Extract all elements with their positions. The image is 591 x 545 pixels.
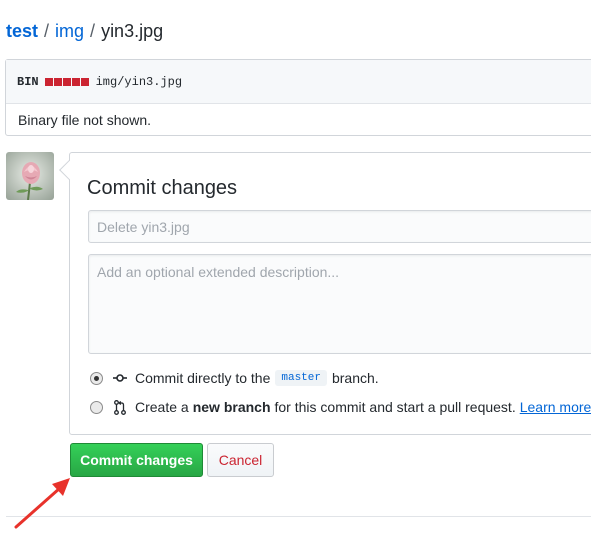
breadcrumb-current-file: yin3.jpg: [101, 21, 164, 41]
commit-form: Commit changes Commit directly to the ma…: [59, 152, 591, 435]
commit-form-title: Commit changes: [87, 177, 238, 199]
branch-name: master: [275, 370, 327, 386]
commit-summary-input[interactable]: [88, 210, 591, 243]
commit-direct-suffix: branch.: [331, 370, 379, 386]
divider: [6, 516, 591, 517]
breadcrumb-separator: /: [90, 21, 96, 41]
breadcrumb-repo-link[interactable]: test: [6, 21, 38, 41]
cancel-button[interactable]: Cancel: [207, 443, 274, 477]
diffstat-block: [71, 77, 80, 86]
diffstat-block: [44, 77, 53, 86]
radio-new-branch[interactable]: [90, 400, 103, 414]
diffstat-block: [62, 77, 71, 86]
file-path: img/yin3.jpg: [95, 74, 183, 89]
diffstat-block: [53, 77, 62, 86]
file-type-label: BIN: [17, 74, 39, 89]
speech-caret: [59, 160, 79, 180]
commit-new-branch-option[interactable]: Create a new branch for this commit and …: [90, 399, 591, 415]
commit-description-input[interactable]: [88, 254, 591, 354]
commit-direct-option[interactable]: Commit directly to the master branch.: [90, 370, 379, 386]
file-body: Binary file not shown.: [18, 111, 152, 128]
learn-more-link[interactable]: Learn more a: [520, 399, 591, 415]
new-branch-suffix: for this commit and start a pull request…: [274, 399, 516, 415]
file-header: BIN img/yin3.jpg: [6, 60, 591, 104]
diffstat-block: [80, 77, 89, 86]
commit-direct-text: Commit directly to the: [135, 370, 271, 386]
breadcrumb: test / img / yin3.jpg: [6, 20, 163, 42]
new-branch-text: Create a: [135, 399, 189, 415]
radio-commit-direct[interactable]: [90, 371, 103, 385]
git-pull-request-icon: [112, 399, 128, 415]
avatar[interactable]: [6, 152, 54, 200]
commit-changes-button[interactable]: Commit changes: [70, 443, 203, 477]
file-preview: BIN img/yin3.jpg Binary file not shown.: [5, 59, 591, 136]
breadcrumb-folder-link[interactable]: img: [55, 21, 84, 41]
breadcrumb-separator: /: [44, 21, 50, 41]
rose-avatar-image: [6, 152, 54, 200]
diffstat-blocks: [44, 77, 89, 86]
git-commit-icon: [112, 371, 128, 385]
new-branch-bold: new branch: [192, 399, 271, 415]
